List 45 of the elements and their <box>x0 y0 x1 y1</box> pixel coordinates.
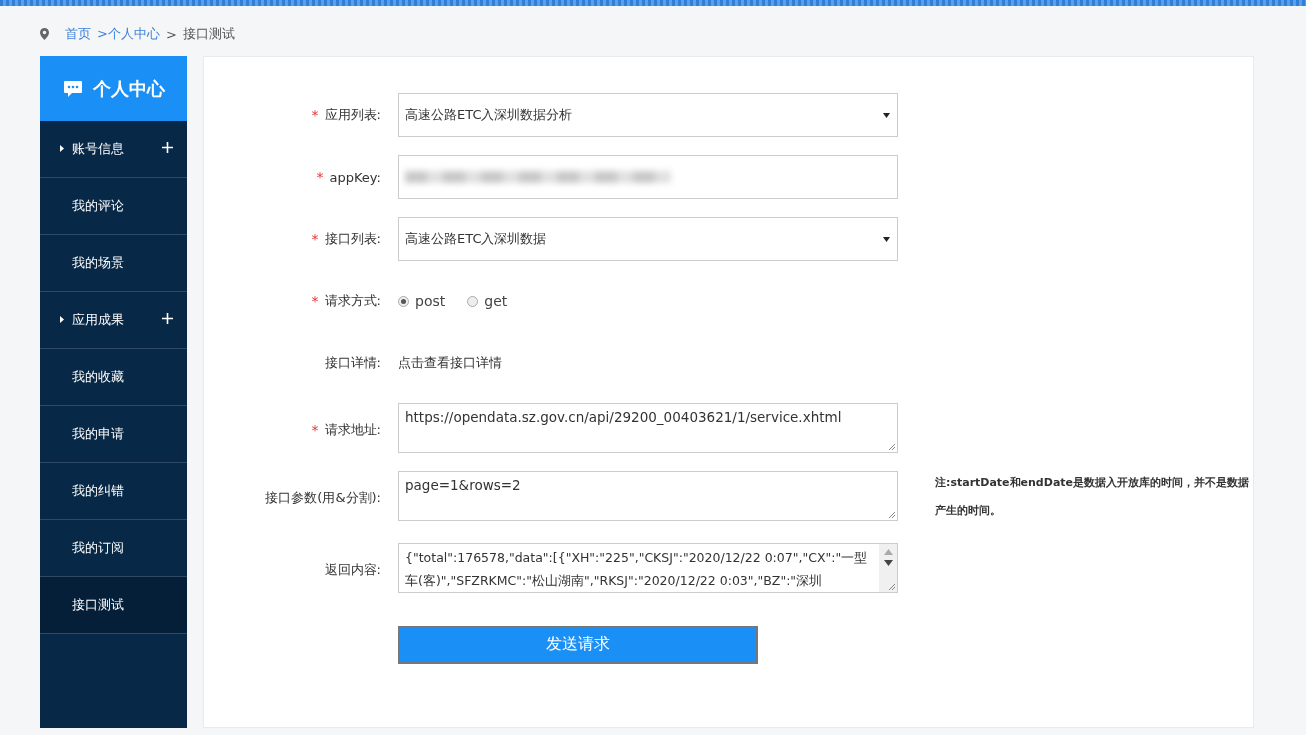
caret-icon <box>60 316 64 323</box>
caret-icon <box>60 145 64 152</box>
radio-button[interactable] <box>398 295 409 307</box>
location-pin-icon <box>40 28 49 40</box>
caret-down-icon <box>883 237 890 242</box>
details-link[interactable]: 点击查看接口详情 <box>398 341 502 385</box>
breadcrumb-link[interactable]: >个人中心 <box>97 25 160 43</box>
breadcrumb-link[interactable]: 首页 <box>65 25 91 43</box>
field-label: 接口列表: <box>324 230 381 248</box>
input-field[interactable] <box>398 155 898 199</box>
resize-grip-icon[interactable] <box>887 442 896 451</box>
dropdown[interactable]: 高速公路ETC入深圳数据 <box>398 217 898 261</box>
sidebar-title: 个人中心 <box>92 76 165 101</box>
breadcrumb-text: 接口测试 <box>182 25 235 43</box>
chat-bubble-icon <box>62 79 83 98</box>
field-label: 请求地址: <box>324 421 381 439</box>
radio-button[interactable] <box>467 295 479 307</box>
required-asterisk: * <box>311 422 319 438</box>
dropdown[interactable]: 高速公路ETC入深圳数据分析 <box>398 93 898 137</box>
required-asterisk: * <box>311 107 319 123</box>
plus-icon <box>162 313 173 324</box>
text-area[interactable]: page=1&rows=2 <box>398 471 898 521</box>
note-text: 注:startDate和endDate是数据入开放库的时间，并不是数据产生的时间。 <box>935 475 1251 519</box>
resize-grip-icon[interactable] <box>887 510 896 519</box>
response-area[interactable]: {"total":176578,"data":[{"XH":"225","CKSJ":"2020/12/22 0:07","CX":"一型车(客)","SFZRKMC":"松山湖南","RKSJ":"2020/12/22 0:03","BZ":"深圳 <box>398 543 898 593</box>
radio-label[interactable]: post <box>415 293 446 309</box>
caret-down-icon <box>883 113 890 118</box>
required-asterisk: * <box>316 169 324 185</box>
scroll-down-icon[interactable] <box>883 560 893 566</box>
radio-label[interactable]: get <box>484 293 508 309</box>
field-label: appKey: <box>329 169 381 185</box>
required-asterisk: * <box>311 293 319 309</box>
text-area[interactable]: https://opendata.sz.gov.cn/api/29200_00403621/1/service.xhtml <box>398 403 898 453</box>
field-label: 请求方式: <box>324 292 381 310</box>
breadcrumb-text: > <box>165 26 177 42</box>
field-label: 返回内容: <box>324 561 381 579</box>
scroll-up-icon[interactable] <box>883 549 893 555</box>
resize-grip-icon[interactable] <box>887 582 896 591</box>
required-asterisk: * <box>311 231 319 247</box>
field-label: 接口参数(用&分割): <box>265 489 381 507</box>
field-label: 接口详情: <box>324 354 381 372</box>
plus-icon <box>162 142 173 153</box>
sidebar-item[interactable]: 接口测试 <box>40 577 187 634</box>
field-label: 应用列表: <box>324 106 381 124</box>
scrollbar[interactable] <box>879 544 897 592</box>
